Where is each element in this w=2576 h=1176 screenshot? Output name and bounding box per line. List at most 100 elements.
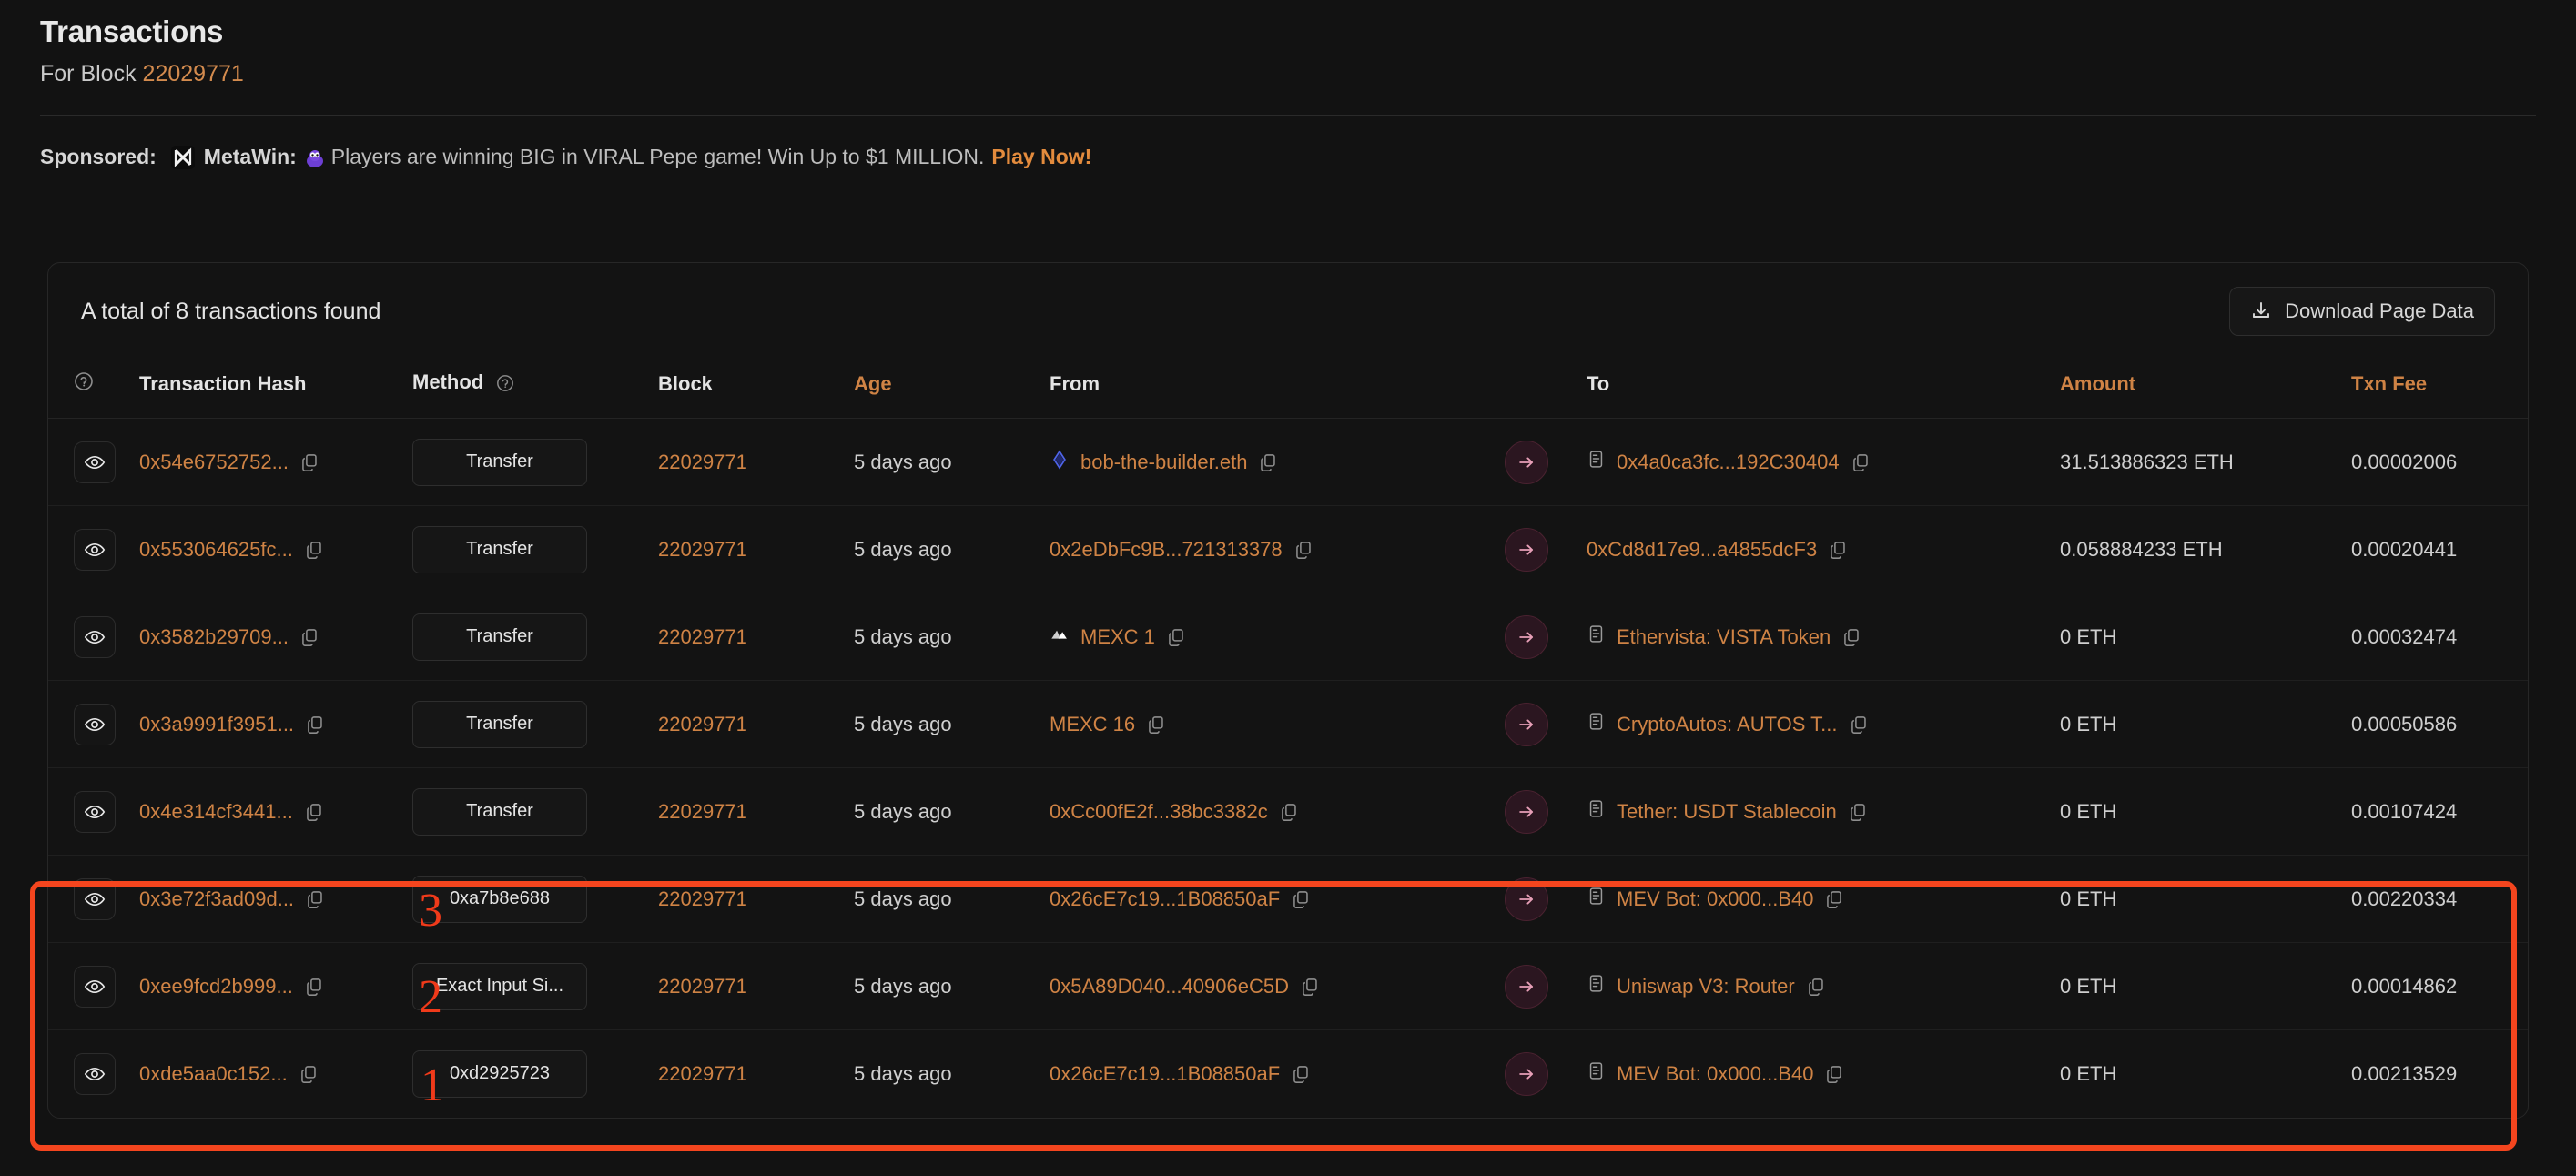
copy-icon[interactable] bbox=[1849, 715, 1869, 735]
table-row: 0x4e314cf3441... Transfer 22029771 5 days a… bbox=[48, 767, 2528, 856]
download-page-data-button[interactable]: Download Page Data bbox=[2229, 287, 2495, 336]
from-address-link[interactable]: 0xCc00fE2f...38bc3382c bbox=[1050, 800, 1268, 824]
copy-icon[interactable] bbox=[1293, 540, 1313, 560]
cell-method: 0xd2925723 bbox=[412, 1030, 658, 1118]
transaction-hash-link[interactable]: 0xee9fcd2b999... bbox=[139, 975, 293, 999]
from-address-link[interactable]: MEXC 1 bbox=[1080, 625, 1155, 649]
column-header-age[interactable]: Age bbox=[854, 358, 1050, 419]
block-link[interactable]: 22029771 bbox=[658, 538, 747, 561]
sponsored-brand[interactable]: MetaWin: bbox=[204, 145, 297, 170]
method-pill[interactable]: Transfer bbox=[412, 787, 587, 836]
column-header-txn-fee[interactable]: Txn Fee bbox=[2351, 358, 2528, 419]
from-address-link[interactable]: 0x5A89D040...40906eC5D bbox=[1050, 975, 1289, 999]
block-link[interactable]: 22029771 bbox=[658, 975, 747, 998]
cell-from: bob-the-builder.eth bbox=[1050, 418, 1505, 506]
copy-icon[interactable] bbox=[304, 540, 324, 560]
transaction-hash-link[interactable]: 0x3a9991f3951... bbox=[139, 713, 294, 736]
block-number-link[interactable]: 22029771 bbox=[143, 61, 244, 86]
copy-icon[interactable] bbox=[1851, 452, 1871, 472]
cell-to: 0x4a0ca3fc...192C30404 bbox=[1587, 418, 2060, 506]
sponsored-cta-link[interactable]: Play Now! bbox=[991, 145, 1091, 170]
preview-eye-button[interactable] bbox=[74, 441, 116, 483]
transaction-hash-link[interactable]: 0x3582b29709... bbox=[139, 625, 289, 649]
from-address-link[interactable]: MEXC 16 bbox=[1050, 713, 1135, 736]
transaction-hash-link[interactable]: 0x553064625fc... bbox=[139, 538, 293, 562]
copy-icon[interactable] bbox=[304, 802, 324, 822]
column-header-method[interactable]: Method bbox=[412, 358, 658, 419]
method-pill[interactable]: 0xa7b8e688 bbox=[412, 875, 587, 923]
method-pill[interactable]: Transfer bbox=[412, 525, 587, 573]
copy-icon[interactable] bbox=[1848, 802, 1868, 822]
block-link[interactable]: 22029771 bbox=[658, 1062, 747, 1085]
to-address-link[interactable]: 0xCd8d17e9...a4855dcF3 bbox=[1587, 538, 1817, 562]
preview-eye-button[interactable] bbox=[74, 528, 116, 571]
from-address-link[interactable]: bob-the-builder.eth bbox=[1080, 451, 1247, 474]
cell-age: 5 days ago bbox=[854, 505, 1050, 593]
copy-icon[interactable] bbox=[1291, 889, 1311, 909]
question-circle-icon[interactable] bbox=[496, 374, 514, 398]
method-pill[interactable]: Transfer bbox=[412, 700, 587, 748]
preview-eye-button[interactable] bbox=[74, 703, 116, 745]
method-pill[interactable]: Transfer bbox=[412, 613, 587, 661]
column-header-from[interactable]: From bbox=[1050, 358, 1505, 419]
copy-icon[interactable] bbox=[299, 1064, 319, 1084]
copy-icon[interactable] bbox=[1279, 802, 1299, 822]
copy-icon[interactable] bbox=[1828, 540, 1848, 560]
method-pill[interactable]: Transfer bbox=[412, 438, 587, 486]
column-header-to[interactable]: To bbox=[1587, 358, 2060, 419]
block-link[interactable]: 22029771 bbox=[658, 800, 747, 823]
to-address-link[interactable]: Tether: USDT Stablecoin bbox=[1617, 800, 1837, 824]
cell-amount: 0 ETH bbox=[2060, 942, 2351, 1030]
block-link[interactable]: 22029771 bbox=[658, 625, 747, 648]
from-address-link[interactable]: 0x2eDbFc9B...721313378 bbox=[1050, 538, 1283, 562]
block-link[interactable]: 22029771 bbox=[658, 713, 747, 735]
copy-icon[interactable] bbox=[1806, 977, 1826, 997]
copy-icon[interactable] bbox=[1258, 452, 1278, 472]
from-address-link[interactable]: 0x26cE7c19...1B08850aF bbox=[1050, 887, 1280, 911]
copy-icon[interactable] bbox=[1300, 977, 1320, 997]
cell-direction bbox=[1505, 855, 1587, 943]
cell-block: 22029771 bbox=[658, 942, 854, 1030]
column-header-block[interactable]: Block bbox=[658, 358, 854, 419]
copy-icon[interactable] bbox=[305, 715, 325, 735]
column-header-amount[interactable]: Amount bbox=[2060, 358, 2351, 419]
to-address-link[interactable]: Uniswap V3: Router bbox=[1617, 975, 1795, 999]
copy-icon[interactable] bbox=[1824, 1064, 1844, 1084]
preview-eye-button[interactable] bbox=[74, 790, 116, 833]
cell-direction bbox=[1505, 942, 1587, 1030]
preview-eye-button[interactable] bbox=[74, 965, 116, 1008]
preview-eye-button[interactable] bbox=[74, 1052, 116, 1095]
block-link[interactable]: 22029771 bbox=[658, 451, 747, 473]
transaction-hash-link[interactable]: 0xde5aa0c152... bbox=[139, 1062, 288, 1086]
table-header-row: Transaction Hash Method Block Age From T… bbox=[48, 358, 2528, 419]
transaction-hash-link[interactable]: 0x4e314cf3441... bbox=[139, 800, 293, 824]
preview-eye-button[interactable] bbox=[74, 877, 116, 920]
page-root: Transactions For Block 22029771 Sponsore… bbox=[0, 0, 2576, 1176]
copy-icon[interactable] bbox=[299, 627, 319, 647]
to-address-link[interactable]: MEV Bot: 0x000...B40 bbox=[1617, 887, 1813, 911]
column-header-transaction-hash[interactable]: Transaction Hash bbox=[139, 358, 412, 419]
block-link[interactable]: 22029771 bbox=[658, 887, 747, 910]
copy-icon[interactable] bbox=[1841, 627, 1861, 647]
table-row: 0x3e72f3ad09d... 0xa7b8e688 22029771 5 days… bbox=[48, 855, 2528, 943]
cell-to: Tether: USDT Stablecoin bbox=[1587, 767, 2060, 856]
method-pill[interactable]: 0xd2925723 bbox=[412, 1049, 587, 1098]
copy-icon[interactable] bbox=[1166, 627, 1186, 647]
transaction-hash-link[interactable]: 0x3e72f3ad09d... bbox=[139, 887, 294, 911]
preview-eye-button[interactable] bbox=[74, 615, 116, 658]
to-address-link[interactable]: Ethervista: VISTA Token bbox=[1617, 625, 1831, 649]
to-address-link[interactable]: 0x4a0ca3fc...192C30404 bbox=[1617, 451, 1840, 474]
method-pill[interactable]: Exact Input Si... bbox=[412, 962, 587, 1010]
copy-icon[interactable] bbox=[305, 889, 325, 909]
transaction-hash-link[interactable]: 0x54e6752752... bbox=[139, 451, 289, 474]
from-address-link[interactable]: 0x26cE7c19...1B08850aF bbox=[1050, 1062, 1280, 1086]
copy-icon[interactable] bbox=[1291, 1064, 1311, 1084]
copy-icon[interactable] bbox=[1146, 715, 1166, 735]
question-circle-icon[interactable] bbox=[74, 372, 94, 396]
to-address-link[interactable]: MEV Bot: 0x000...B40 bbox=[1617, 1062, 1813, 1086]
to-address-link[interactable]: CryptoAutos: AUTOS T... bbox=[1617, 713, 1838, 736]
direction-arrow-icon bbox=[1505, 877, 1548, 921]
copy-icon[interactable] bbox=[304, 977, 324, 997]
copy-icon[interactable] bbox=[299, 452, 319, 472]
copy-icon[interactable] bbox=[1824, 889, 1844, 909]
